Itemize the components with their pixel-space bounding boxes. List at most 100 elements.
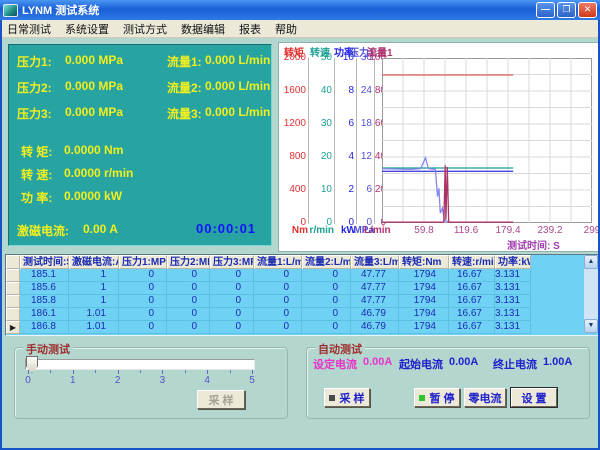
slider-minor-tick	[140, 370, 141, 373]
slider-major-tick	[207, 370, 208, 374]
x-axis-tick-label: 119.6	[446, 225, 486, 236]
y-axis-unit-label: Nm	[280, 225, 308, 236]
table-cell: 0	[302, 282, 351, 295]
table-cell: 1794	[399, 269, 449, 282]
data-table: 测试时间:S激磁电流:A压力1:MPa压力2:MPa压力3:MPa流量1:L/m…	[5, 254, 599, 336]
scroll-down-button[interactable]: ▼	[584, 319, 598, 333]
y-axis-line	[374, 58, 375, 224]
table-cell: 16.67	[449, 269, 495, 282]
pressure1-label: 压力1:	[17, 53, 52, 70]
menu-item-test-mode[interactable]: 测试方式	[116, 21, 174, 37]
table-row[interactable]: 185.610000047.77179416.673.131	[6, 282, 598, 295]
row-selector[interactable]	[6, 282, 20, 295]
table-cell: 47.77	[351, 282, 399, 295]
table-cell: 0	[302, 295, 351, 308]
table-header-cell[interactable]: 压力3:MPa	[210, 255, 254, 269]
y-axis-tick-label: 1600	[280, 85, 306, 96]
current-slider-track[interactable]	[25, 359, 255, 370]
y-axis-tick-label: 1200	[280, 118, 306, 129]
auto-sample-button[interactable]: 采 样	[324, 388, 370, 407]
manual-sample-button[interactable]: 采 样	[197, 390, 245, 409]
table-header-cell[interactable]: 流量2:L/min	[302, 255, 351, 269]
manual-test-title: 手动测试	[23, 341, 73, 357]
end-current-label: 终止电流	[493, 356, 537, 372]
table-header-cell[interactable]: 功率:kW	[495, 255, 531, 269]
speed-label: 转 速:	[21, 166, 52, 183]
table-header-cell[interactable]: 转矩:Nm	[399, 255, 449, 269]
y-axis-tick-label: 40	[306, 85, 332, 96]
table-cell: 16.67	[449, 308, 495, 321]
pressure2-value: 0.000 MPa	[65, 79, 123, 93]
restore-button[interactable]: ❐	[557, 2, 576, 18]
menu-item-data-edit[interactable]: 数据编辑	[174, 21, 232, 37]
table-scrollbar[interactable]: ▲ ▼	[584, 255, 598, 333]
table-cell: 0	[119, 269, 167, 282]
table-row[interactable]: ▶186.81.010000046.79179416.673.131	[6, 321, 598, 334]
x-axis-tick-label: 179.4	[488, 225, 528, 236]
excitation-current-label: 激磁电流:	[17, 222, 69, 239]
table-header-cell[interactable]: 流量3:L/min	[351, 255, 399, 269]
y-axis-line	[356, 58, 357, 224]
start-current-value: 0.00A	[449, 356, 478, 368]
readout-panel: 压力1: 0.000 MPa 流量1: 0.000 L/min 压力2: 0.0…	[8, 44, 272, 246]
slider-minor-tick	[185, 370, 186, 373]
minimize-button[interactable]: —	[536, 2, 555, 18]
slider-minor-tick	[50, 370, 51, 373]
pressure2-label: 压力2:	[17, 79, 52, 96]
table-cell: 0	[302, 269, 351, 282]
row-selector[interactable]	[6, 269, 20, 282]
slider-tick-label: 1	[68, 375, 78, 386]
menu-item-report[interactable]: 报表	[232, 21, 268, 37]
set-current-label: 设定电流	[313, 356, 357, 372]
setup-button[interactable]: 设 置	[511, 388, 557, 407]
y-axis-tick-label: 400	[280, 184, 306, 195]
slider-major-tick	[162, 370, 163, 374]
table-cell: 0	[254, 295, 302, 308]
table-header-cell[interactable]: 测试时间:S	[20, 255, 69, 269]
start-current-label: 起始电流	[399, 356, 443, 372]
table-cell: 0	[254, 282, 302, 295]
y-axis-tick-label: 2000	[280, 52, 306, 63]
table-header-cell[interactable]: 压力1:MPa	[119, 255, 167, 269]
table-cell: 186.1	[20, 308, 69, 321]
table-row[interactable]: 185.110000047.77179416.673.131	[6, 269, 598, 282]
table-header-cell[interactable]: 激磁电流:A	[69, 255, 119, 269]
excitation-current-value: 0.00 A	[83, 222, 118, 236]
menu-item-daily-test[interactable]: 日常测试	[0, 21, 58, 37]
table-header-row: 测试时间:S激磁电流:A压力1:MPa压力2:MPa压力3:MPa流量1:L/m…	[6, 255, 598, 269]
close-button[interactable]: ✕	[578, 2, 597, 18]
power-label: 功 率:	[21, 189, 52, 206]
menu-item-system-settings[interactable]: 系统设置	[58, 21, 116, 37]
row-selector[interactable]	[6, 295, 20, 308]
scroll-up-button[interactable]: ▲	[584, 255, 598, 269]
table-cell: 0	[210, 295, 254, 308]
slider-tick-label: 0	[23, 375, 33, 386]
slider-major-tick	[118, 370, 119, 374]
zero-current-button[interactable]: 零电流	[464, 388, 506, 407]
table-cell: 0	[167, 295, 210, 308]
pause-button[interactable]: 暂 停	[414, 388, 460, 407]
speed-value: 0.0000 r/min	[64, 166, 133, 180]
table-corner-cell	[6, 255, 20, 269]
auto-test-group: 自动测试 设定电流 0.00A 起始电流 0.00A 终止电流 1.00A 采 …	[306, 347, 590, 419]
table-cell: 0	[254, 269, 302, 282]
row-selector[interactable]	[6, 308, 20, 321]
table-row[interactable]: 185.810000047.77179416.673.131	[6, 295, 598, 308]
slider-tick-label: 5	[247, 375, 257, 386]
table-cell: 0	[302, 308, 351, 321]
table-header-cell[interactable]: 压力2:MPa	[167, 255, 210, 269]
power-value: 0.0000 kW	[64, 189, 122, 203]
slider-major-tick	[73, 370, 74, 374]
y-axis-tick-label: 30	[306, 118, 332, 129]
table-cell: 3.131	[495, 269, 531, 282]
row-selector[interactable]: ▶	[6, 321, 20, 334]
table-row[interactable]: 186.11.010000046.79179416.673.131	[6, 308, 598, 321]
table-cell: 3.131	[495, 321, 531, 334]
slider-tick-label: 2	[113, 375, 123, 386]
flow3-label: 流量3:	[167, 105, 202, 122]
table-cell: 46.79	[351, 308, 399, 321]
table-header-cell[interactable]: 转速:r/min	[449, 255, 495, 269]
menu-item-help[interactable]: 帮助	[268, 21, 304, 37]
title-bar: LYNM 测试系统 — ❐ ✕	[0, 0, 600, 20]
table-header-cell[interactable]: 流量1:L/min	[254, 255, 302, 269]
